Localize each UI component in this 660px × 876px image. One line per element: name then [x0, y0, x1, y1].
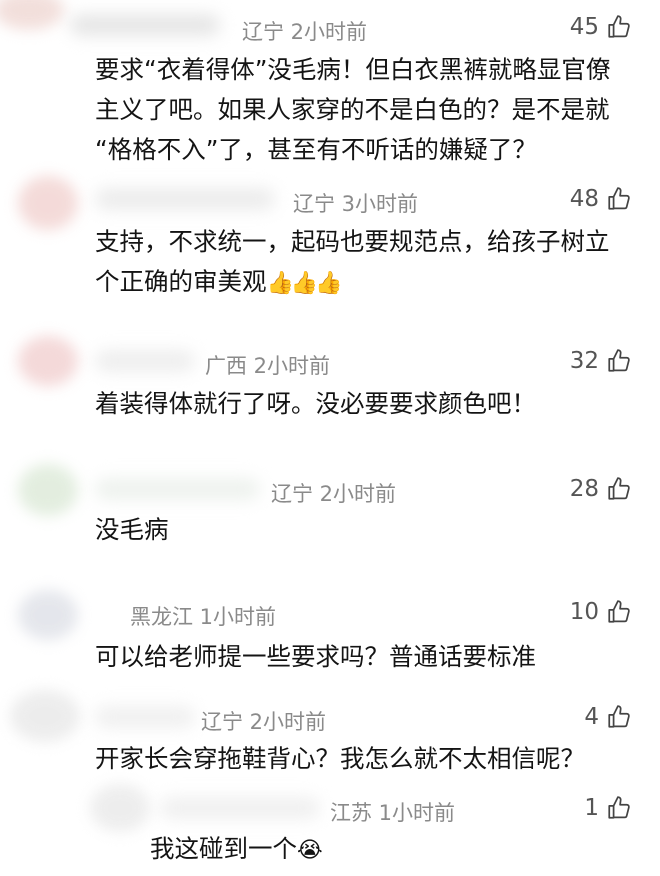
comment-text: 我这碰到一个😭 [150, 834, 323, 863]
comment-item: 江苏 1小时前 1 我这碰到一个😭 [0, 0, 660, 876]
thumbs-up-icon [608, 796, 630, 819]
comment-meta: 江苏 1小时前 [330, 801, 456, 825]
crying-face-emoji: 😭 [297, 838, 323, 863]
like-button[interactable]: 1 [584, 795, 632, 821]
username-blurred[interactable] [160, 797, 320, 819]
avatar[interactable] [90, 784, 150, 832]
like-count: 1 [584, 795, 599, 821]
